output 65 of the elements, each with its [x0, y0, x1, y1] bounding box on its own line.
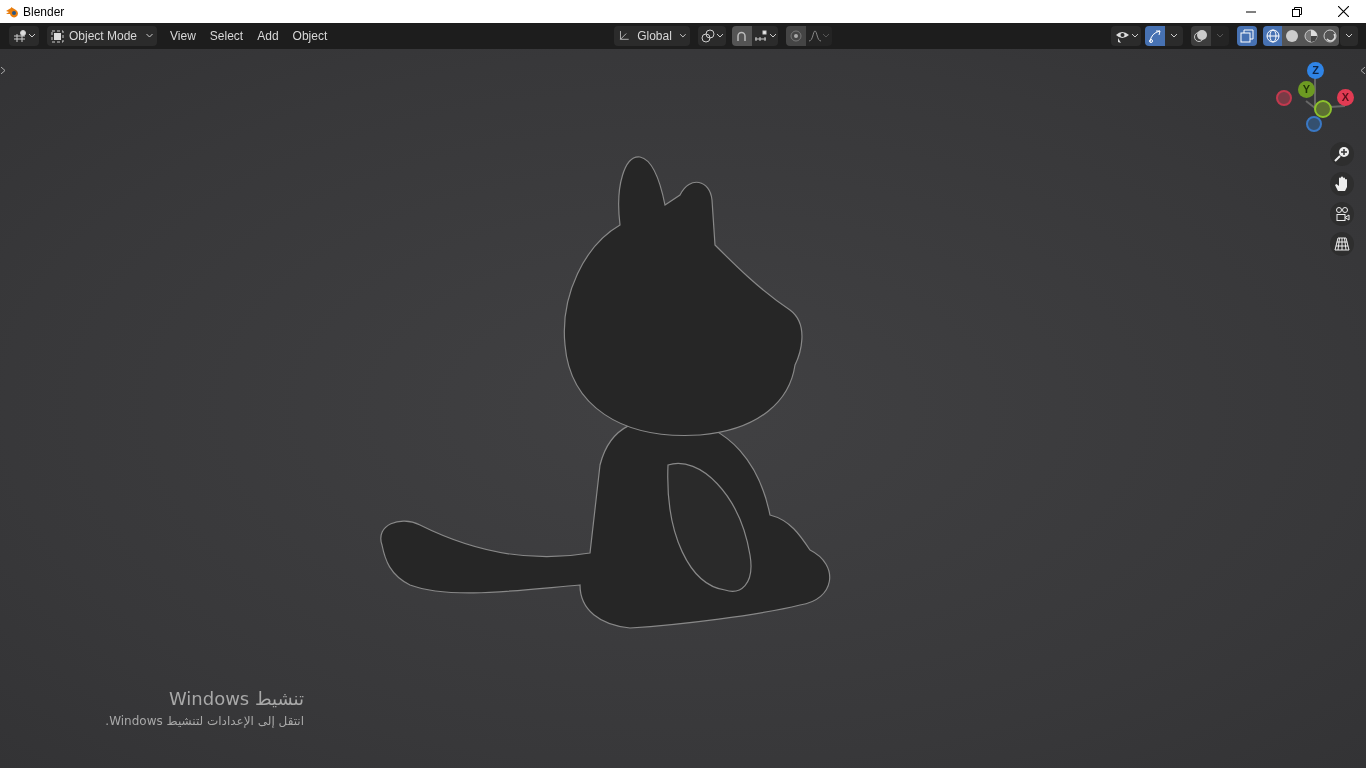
- chevron-down-icon: [822, 34, 829, 38]
- falloff-curve-icon: [808, 30, 821, 42]
- movie-camera-icon: [1334, 206, 1350, 222]
- chevron-down-icon: [1131, 34, 1138, 38]
- xray-toggle[interactable]: [1237, 26, 1257, 46]
- object-mode-icon: [51, 29, 64, 43]
- orientation-dropdown[interactable]: Global: [613, 26, 690, 46]
- target-circle-icon: [789, 30, 802, 42]
- falloff-dropdown[interactable]: [805, 26, 832, 46]
- proportional-edit-toggle[interactable]: [785, 26, 806, 46]
- solid-shading-button[interactable]: [1282, 26, 1301, 46]
- magnet-icon: [735, 29, 749, 43]
- menu-item[interactable]: Object: [285, 26, 335, 46]
- pan-button[interactable]: [1330, 172, 1354, 196]
- blender-logo-icon: [5, 5, 19, 18]
- glossy-sphere-icon: [1322, 29, 1337, 43]
- solid-circle-icon: [1284, 29, 1299, 43]
- chevron-down-icon: [716, 34, 723, 38]
- wireframe-shading-button[interactable]: [1263, 26, 1282, 46]
- chevron-down-icon: [1346, 34, 1352, 38]
- zoom-in-icon: [1334, 146, 1350, 162]
- chevron-down-icon: [679, 34, 686, 38]
- restore-icon: [1292, 6, 1302, 17]
- camera-view-button[interactable]: [1330, 202, 1354, 226]
- shaded-sphere-icon: [1303, 29, 1318, 43]
- viewport-icon: [13, 30, 27, 42]
- linked-circles-icon: [700, 29, 715, 43]
- rendered-shading-button[interactable]: [1320, 26, 1339, 46]
- chevron-down-icon: [146, 34, 154, 38]
- window-title: Blender: [23, 3, 65, 21]
- activation-message: انتقل إلى الإعدادات لتنشيط Windows.: [105, 713, 304, 730]
- curved-arrow-icon: [1148, 29, 1162, 43]
- negative-y-axis-handle[interactable]: [1314, 100, 1332, 118]
- snap-toggle[interactable]: [731, 26, 752, 46]
- zoom-button[interactable]: [1330, 142, 1354, 166]
- y-axis-handle[interactable]: Y: [1298, 81, 1315, 98]
- minimize-icon: [1246, 10, 1256, 13]
- mode-dropdown[interactable]: Object Mode: [47, 26, 158, 46]
- overlays-toggle[interactable]: [1191, 26, 1211, 46]
- hand-icon: [1334, 176, 1350, 192]
- chevron-down-icon: [769, 34, 776, 38]
- menu-item[interactable]: Add: [250, 26, 286, 46]
- activation-title: تنشيط Windows: [168, 687, 304, 711]
- menu-item[interactable]: View: [163, 26, 203, 46]
- chevron-down-icon: [1171, 34, 1177, 38]
- axes-icon: [617, 29, 630, 43]
- globe-icon: [1265, 29, 1280, 43]
- menu-item[interactable]: Select: [202, 26, 251, 46]
- editor-type-button[interactable]: [9, 26, 39, 46]
- gizmo-toggle[interactable]: [1145, 26, 1165, 46]
- increment-icon: [753, 30, 768, 42]
- snap-target-dropdown[interactable]: [751, 26, 778, 46]
- close-icon: [1337, 6, 1349, 17]
- grid-icon: [1334, 236, 1350, 252]
- z-axis-handle[interactable]: Z: [1307, 62, 1324, 79]
- chevron-down-icon: [29, 34, 35, 38]
- perspective-toggle-button[interactable]: [1330, 232, 1354, 256]
- chevron-down-icon: [1217, 34, 1223, 38]
- stacked-squares-icon: [1240, 29, 1254, 43]
- pivot-dropdown[interactable]: [697, 26, 726, 46]
- visibility-dropdown[interactable]: [1111, 26, 1141, 46]
- eye-cursor-icon: [1114, 29, 1130, 43]
- negative-z-axis-handle[interactable]: [1306, 116, 1322, 132]
- overlapping-circles-icon: [1194, 29, 1208, 43]
- negative-x-axis-handle[interactable]: [1276, 90, 1292, 106]
